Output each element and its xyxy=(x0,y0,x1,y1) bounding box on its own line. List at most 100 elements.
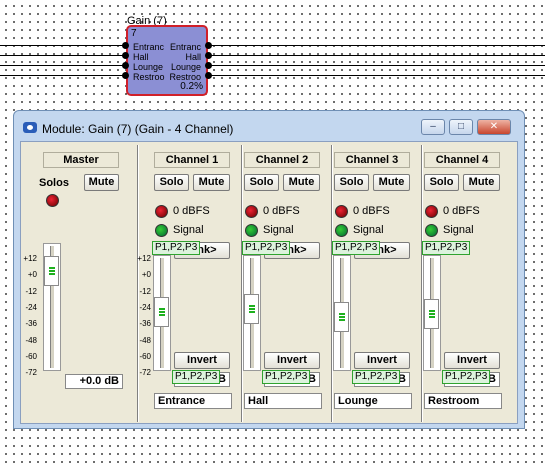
solos-label: Solos xyxy=(39,177,69,189)
fader-thumb[interactable] xyxy=(244,294,259,324)
block-number: 7 xyxy=(131,28,137,39)
close-button[interactable]: ✕ xyxy=(477,119,511,135)
channel-name[interactable]: Lounge xyxy=(334,393,412,409)
maximize-button[interactable]: □ xyxy=(449,119,473,135)
fader-thumb[interactable] xyxy=(154,297,169,327)
dbfs-label: 0 dBFS xyxy=(443,205,480,217)
preset-tag[interactable]: P1,P2,P3 xyxy=(172,370,221,384)
preset-tag[interactable]: P1,P2,P3 xyxy=(262,370,311,384)
input-node[interactable] xyxy=(122,52,129,59)
master-divider xyxy=(137,145,139,422)
dbfs-label: 0 dBFS xyxy=(353,205,390,217)
signal-led xyxy=(155,224,168,237)
window-title: Module: Gain (7) (Gain - 4 Channel) xyxy=(42,122,234,136)
app-icon xyxy=(23,122,37,133)
scale-tick: +12 xyxy=(23,254,37,263)
solo-button[interactable]: Solo xyxy=(154,174,189,191)
channel-header: Channel 3 xyxy=(334,152,410,168)
master-mute-button[interactable]: Mute xyxy=(84,174,119,191)
block-output-label: Hall xyxy=(185,52,201,62)
module-panel: Master Solos Mute +12 +0 -12 -24 -36 -48 -60 -7… xyxy=(20,141,518,424)
dbfs-label: 0 dBFS xyxy=(263,205,300,217)
scale-tick: +0 xyxy=(27,270,37,280)
preset-tag[interactable]: P1,P2,P3 xyxy=(152,241,201,255)
wire-out-3 xyxy=(208,65,545,66)
wire-in-1 xyxy=(0,45,126,46)
preset-tag[interactable]: P1,P2,P3 xyxy=(242,241,291,255)
signal-led xyxy=(335,224,348,237)
dbfs-label: 0 dBFS xyxy=(173,205,210,217)
channel-name[interactable]: Restroom xyxy=(424,393,502,409)
signal-label: Signal xyxy=(263,224,294,236)
window-titlebar[interactable]: Module: Gain (7) (Gain - 4 Channel) – □ … xyxy=(14,111,524,141)
module-window: Module: Gain (7) (Gain - 4 Channel) – □ … xyxy=(13,110,525,429)
signal-led xyxy=(425,224,438,237)
output-node[interactable] xyxy=(205,72,212,79)
scale-tick: -48 xyxy=(139,335,151,345)
signal-label: Signal xyxy=(353,224,384,236)
wire-out-4 xyxy=(208,75,545,76)
block-output-label: Entranc xyxy=(169,42,201,52)
solos-led xyxy=(46,194,59,207)
input-node[interactable] xyxy=(122,72,129,79)
invert-button[interactable]: Invert xyxy=(264,352,320,369)
clip-led xyxy=(335,205,348,218)
solo-button[interactable]: Solo xyxy=(424,174,459,191)
output-node[interactable] xyxy=(205,52,212,59)
wire-out-2 xyxy=(208,55,545,56)
preset-tag[interactable]: P1,P2,P3 xyxy=(442,370,491,384)
output-node[interactable] xyxy=(205,62,212,69)
mute-button[interactable]: Mute xyxy=(373,174,410,191)
scale-tick: -36 xyxy=(139,319,151,329)
invert-button[interactable]: Invert xyxy=(444,352,500,369)
fader-thumb[interactable] xyxy=(334,302,349,332)
signal-label: Signal xyxy=(443,224,474,236)
clip-led xyxy=(245,205,258,218)
scale-tick: -24 xyxy=(139,302,151,312)
minimize-button[interactable]: – xyxy=(421,119,445,135)
master-fader-thumb[interactable] xyxy=(44,256,59,287)
preset-tag[interactable]: P1,P2,P3 xyxy=(332,241,381,255)
signal-label: Signal xyxy=(173,224,204,236)
scale-tick: +0 xyxy=(141,270,151,280)
scale-tick: -72 xyxy=(139,368,151,378)
input-node[interactable] xyxy=(122,62,129,69)
block-percent: 0.2% xyxy=(180,81,203,92)
input-node[interactable] xyxy=(122,42,129,49)
block-output-label: Lounge xyxy=(170,62,201,72)
channel-header: Channel 2 xyxy=(244,152,320,168)
mute-button[interactable]: Mute xyxy=(283,174,320,191)
mute-button[interactable]: Mute xyxy=(193,174,230,191)
solo-button[interactable]: Solo xyxy=(244,174,279,191)
scale-tick: -24 xyxy=(25,302,37,312)
scale-tick: -60 xyxy=(25,351,37,361)
output-node[interactable] xyxy=(205,42,212,49)
wire-in-4 xyxy=(0,75,126,76)
wire-in-2 xyxy=(0,55,126,56)
solo-button[interactable]: Solo xyxy=(334,174,369,191)
gain-block[interactable]: 7 Entranc Hall Lounge Restroo Entranc Ha… xyxy=(126,25,208,96)
fader-thumb[interactable] xyxy=(424,299,439,329)
channel-header: Channel 4 xyxy=(424,152,500,168)
preset-tag[interactable]: P1,P2,P3 xyxy=(352,370,401,384)
invert-button[interactable]: Invert xyxy=(354,352,410,369)
wire-out-1 xyxy=(208,45,545,46)
invert-button[interactable]: Invert xyxy=(174,352,230,369)
scale-tick: -60 xyxy=(139,351,151,361)
scale-tick: -72 xyxy=(25,368,37,378)
preset-tag[interactable]: P1,P2,P3 xyxy=(422,241,471,255)
scale-tick: +12 xyxy=(137,254,151,263)
block-input-label: Restroo xyxy=(133,72,165,82)
channel-name[interactable]: Entrance xyxy=(154,393,232,409)
master-value[interactable]: +0.0 dB xyxy=(65,374,123,389)
block-input-label: Hall xyxy=(133,52,149,62)
scale-tick: -36 xyxy=(25,319,37,329)
clip-led xyxy=(425,205,438,218)
channel-header: Channel 1 xyxy=(154,152,230,168)
mute-button[interactable]: Mute xyxy=(463,174,500,191)
wire-in-3 xyxy=(0,65,126,66)
block-input-label: Lounge xyxy=(133,62,164,72)
scale-tick: -48 xyxy=(25,335,37,345)
master-header: Master xyxy=(43,152,119,168)
channel-name[interactable]: Hall xyxy=(244,393,322,409)
